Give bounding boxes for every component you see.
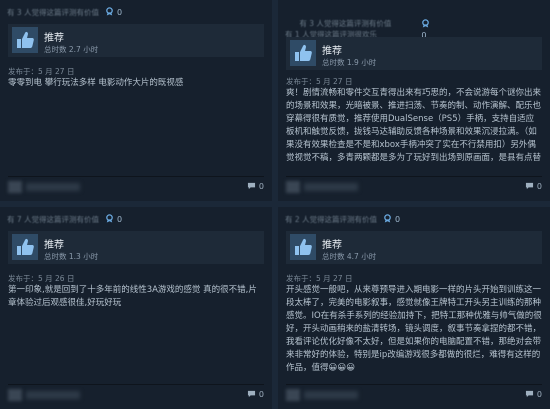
comment-button[interactable]: 0 xyxy=(525,390,542,399)
comment-icon xyxy=(248,182,256,190)
recommendation-header[interactable]: 推荐 总时数 4.7 小时 xyxy=(286,231,542,264)
post-date: 发布于：5 月 27 日 xyxy=(286,274,353,283)
review-footer: 0 xyxy=(286,176,542,195)
recommendation-label: 推荐 xyxy=(322,46,342,57)
review-text: 第一印象,就是回到了十多年前的线性3A游戏的感觉 真的很不错,片章体验过后观感很… xyxy=(8,285,257,308)
username[interactable] xyxy=(26,391,80,399)
thumbs-up-icon xyxy=(290,234,316,260)
review-text: 开头感觉一般吧，从来尊预导进入期电影一样的片头开始到训练这一段太棒了，完美的电影… xyxy=(286,285,542,373)
thumbs-up-icon xyxy=(290,40,316,66)
playtime-hours: 总时数 1.9 小时 xyxy=(322,58,377,67)
award-count: 0 xyxy=(116,215,123,224)
award-count: 0 xyxy=(394,215,401,224)
award-count: 0 xyxy=(116,8,123,17)
thumbs-up-icon xyxy=(12,234,38,260)
thumbs-up-icon xyxy=(12,27,38,53)
helpful-count: 有 3 人觉得这篇评测有价值 0 xyxy=(7,7,266,18)
comment-count: 0 xyxy=(258,182,264,191)
comment-icon xyxy=(526,182,534,190)
helpful-count: 有 7 人觉得这篇评测有价值 0 xyxy=(7,214,266,225)
post-date: 发布于：5 月 27 日 xyxy=(8,67,75,76)
review-footer: 0 xyxy=(286,384,542,403)
review-footer: 0 xyxy=(8,176,264,195)
avatar[interactable] xyxy=(286,389,300,401)
award-icon xyxy=(384,214,392,223)
review-card: 有 7 人觉得这篇评测有价值 0 推荐 总时数 1.3 小时 发布于：5 月 2… xyxy=(0,207,272,409)
playtime-hours: 总时数 1.3 小时 xyxy=(44,252,99,261)
comment-icon xyxy=(248,390,256,398)
review-text: 爽！剧情流畅和零件交互青得出来有巧思的，不会说游每个谜你出来的场景和效果，光暗被… xyxy=(286,88,542,163)
avatar[interactable] xyxy=(8,389,22,401)
recommendation-header[interactable]: 推荐 总时数 2.7 小时 xyxy=(8,24,264,57)
avatar[interactable] xyxy=(286,181,300,193)
post-date: 发布于：5 月 27 日 xyxy=(286,77,353,86)
recommendation-label: 推荐 xyxy=(44,240,64,251)
helpful-text: 有 3 人觉得这篇评测有价值 xyxy=(7,8,100,17)
comment-button[interactable]: 0 xyxy=(525,182,542,191)
review-card: 有 3 人觉得这篇评测有价值 有 1 人觉得这篇评测很欢乐 0 推荐 总时数 1… xyxy=(278,0,550,201)
review-text: 零零到电 攀行玩法多样 电影动作大片的既视感 xyxy=(8,78,184,88)
recommendation-header[interactable]: 推荐 总时数 1.9 小时 xyxy=(286,37,542,70)
comment-count: 0 xyxy=(536,390,542,399)
award-icon xyxy=(422,19,430,28)
comment-button[interactable]: 0 xyxy=(247,182,264,191)
award-button[interactable]: 0 xyxy=(105,214,122,224)
helpful-count: 有 2 人觉得这篇评测有价值 0 xyxy=(285,214,544,225)
review-card: 有 2 人觉得这篇评测有价值 0 推荐 总时数 4.7 小时 发布于：5 月 2… xyxy=(278,207,550,409)
comment-count: 0 xyxy=(258,390,264,399)
avatar[interactable] xyxy=(8,181,22,193)
comment-icon xyxy=(526,390,534,398)
helpful-text: 有 7 人觉得这篇评测有价值 xyxy=(7,215,100,224)
comment-button[interactable]: 0 xyxy=(247,390,264,399)
recommendation-label: 推荐 xyxy=(44,33,64,44)
helpful-text: 有 3 人觉得这篇评测有价值 有 1 人觉得这篇评测很欢乐 xyxy=(285,19,392,39)
award-button[interactable]: 0 xyxy=(383,214,400,224)
review-grid: 有 3 人觉得这篇评测有价值 0 推荐 总时数 2.7 小时 发布于：5 月 2… xyxy=(0,0,550,409)
username[interactable] xyxy=(304,391,358,399)
username[interactable] xyxy=(26,183,80,191)
comment-count: 0 xyxy=(536,182,542,191)
playtime-hours: 总时数 4.7 小时 xyxy=(322,252,377,261)
award-icon xyxy=(106,7,114,16)
username[interactable] xyxy=(304,183,358,191)
award-button[interactable]: 0 xyxy=(105,7,122,17)
playtime-hours: 总时数 2.7 小时 xyxy=(44,45,99,54)
recommendation-header[interactable]: 推荐 总时数 1.3 小时 xyxy=(8,231,264,264)
review-footer: 0 xyxy=(8,384,264,403)
helpful-text: 有 2 人觉得这篇评测有价值 xyxy=(285,215,378,224)
award-icon xyxy=(106,214,114,223)
recommendation-label: 推荐 xyxy=(322,240,342,251)
post-date: 发布于：5 月 26 日 xyxy=(8,274,75,283)
review-card: 有 3 人觉得这篇评测有价值 0 推荐 总时数 2.7 小时 发布于：5 月 2… xyxy=(0,0,272,201)
